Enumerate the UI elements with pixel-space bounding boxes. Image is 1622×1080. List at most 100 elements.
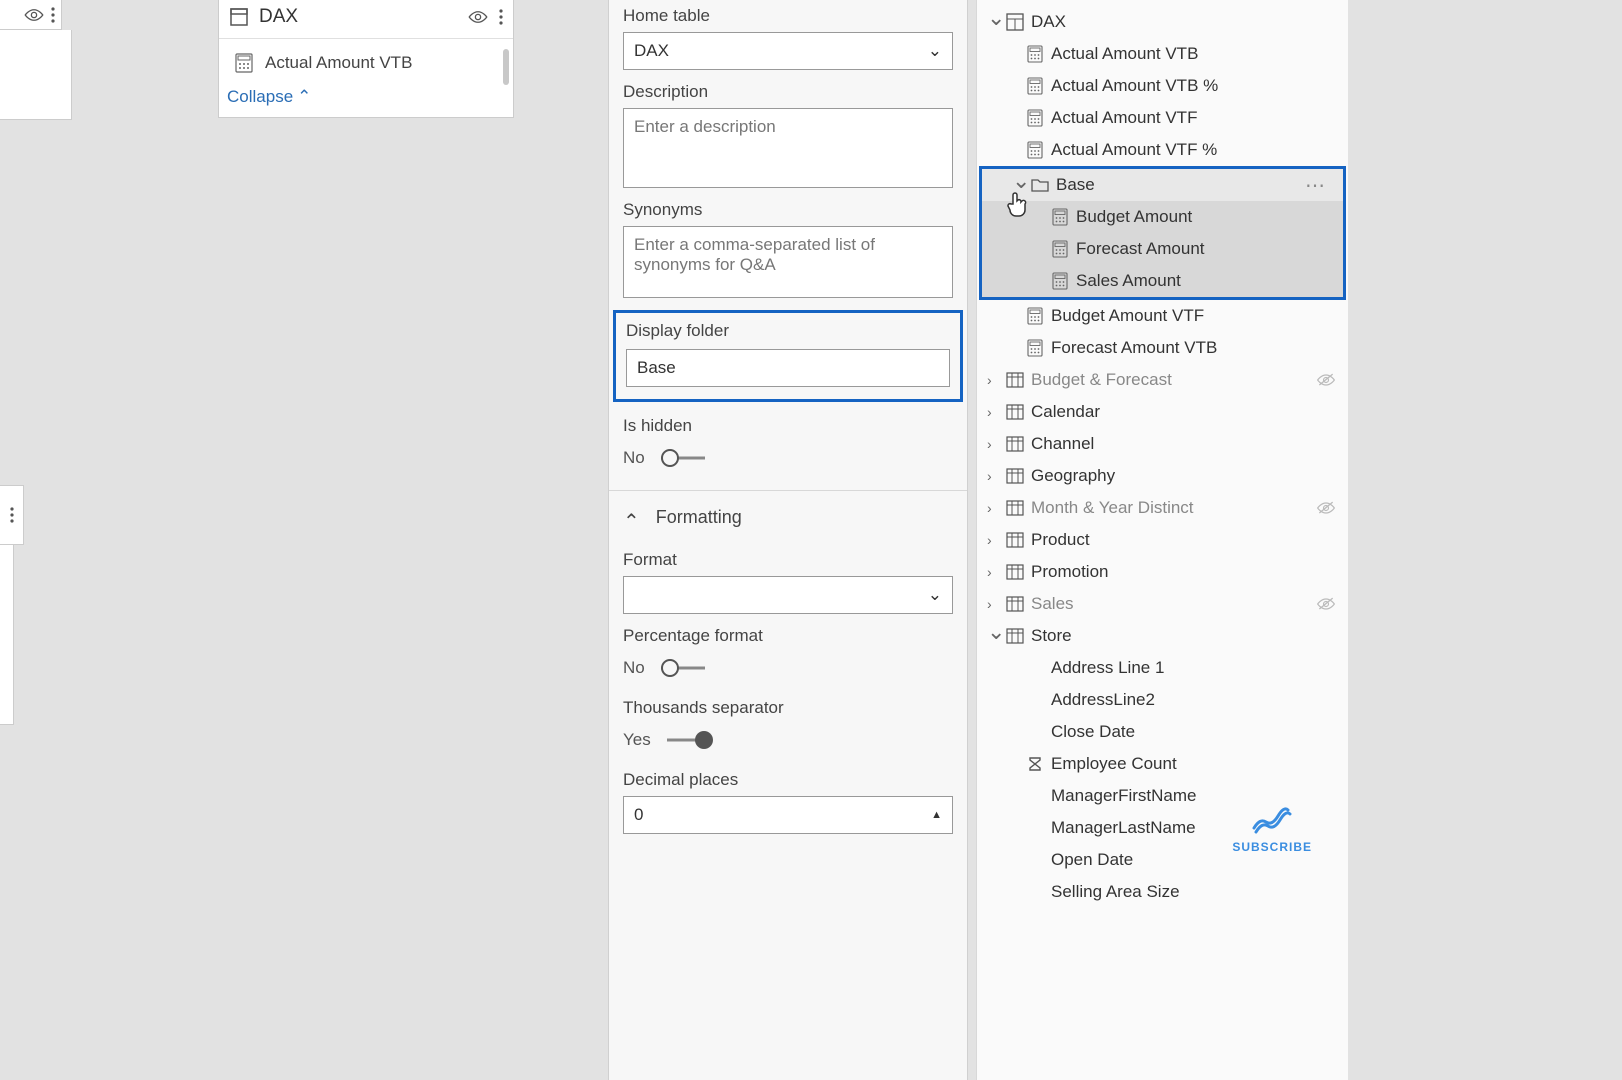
calculator-icon bbox=[1050, 208, 1070, 226]
home-table-select[interactable]: DAX ⌄ bbox=[623, 32, 953, 70]
tree-measure[interactable]: Actual Amount VTB % bbox=[977, 70, 1348, 102]
tree-measure[interactable]: Sales Amount bbox=[982, 265, 1343, 297]
more-icon[interactable] bbox=[10, 507, 14, 523]
tree-label: Base bbox=[1056, 175, 1305, 195]
calculator-icon bbox=[1025, 339, 1045, 357]
calculator-icon bbox=[1050, 272, 1070, 290]
is-hidden-label: Is hidden bbox=[623, 416, 953, 436]
chevron-down-icon: ⌄ bbox=[928, 41, 942, 61]
tree-label: Month & Year Distinct bbox=[1031, 498, 1316, 518]
calculator-icon bbox=[1025, 307, 1045, 325]
thousands-toggle[interactable] bbox=[667, 733, 713, 747]
measure-row[interactable]: Actual Amount VTB bbox=[235, 49, 497, 83]
tree-label: Close Date bbox=[1051, 722, 1338, 742]
tree-measure[interactable]: Budget Amount bbox=[982, 201, 1343, 233]
tree-column[interactable]: Employee Count bbox=[977, 748, 1348, 780]
tree-label: Promotion bbox=[1031, 562, 1338, 582]
tree-folder-base[interactable]: Base ⋯ bbox=[982, 169, 1343, 201]
tree-table-dax[interactable]: DAX bbox=[977, 6, 1348, 38]
table-icon bbox=[1005, 532, 1025, 548]
tree-label: Store bbox=[1031, 626, 1338, 646]
display-folder-label: Display folder bbox=[626, 321, 950, 341]
tree-label: Actual Amount VTB bbox=[1051, 44, 1338, 64]
decimals-value: 0 bbox=[634, 805, 643, 825]
tree-table[interactable]: ›Promotion bbox=[977, 556, 1348, 588]
eye-icon[interactable] bbox=[467, 10, 489, 24]
hidden-icon bbox=[1316, 372, 1338, 388]
chevron-right-icon: › bbox=[987, 404, 1005, 420]
decimals-label: Decimal places bbox=[623, 770, 953, 790]
tree-table[interactable]: › Product bbox=[977, 524, 1348, 556]
collapse-link[interactable]: Collapse ⌃ bbox=[219, 87, 513, 117]
chevron-up-icon: ⌃ bbox=[297, 87, 311, 107]
tree-label: Geography bbox=[1031, 466, 1338, 486]
table-icon bbox=[1005, 372, 1025, 388]
tree-label: Calendar bbox=[1031, 402, 1338, 422]
calculator-icon bbox=[1025, 109, 1045, 127]
table-icon bbox=[1005, 628, 1025, 644]
more-icon[interactable]: ⋯ bbox=[1305, 173, 1333, 198]
spinner-up-icon[interactable]: ▲ bbox=[931, 809, 942, 821]
tree-label: Product bbox=[1031, 530, 1338, 550]
tree-measure[interactable]: Forecast Amount bbox=[982, 233, 1343, 265]
tree-label: AddressLine2 bbox=[1051, 690, 1338, 710]
display-folder-input[interactable] bbox=[626, 349, 950, 387]
chevron-right-icon: › bbox=[987, 436, 1005, 452]
calculator-icon bbox=[1025, 77, 1045, 95]
format-label: Format bbox=[623, 550, 953, 570]
table-card-dax: DAX Actual Amount VTB Collapse ⌃ bbox=[218, 0, 514, 118]
tree-column[interactable]: AddressLine2 bbox=[977, 684, 1348, 716]
more-icon[interactable] bbox=[499, 9, 503, 25]
table-icon bbox=[1005, 596, 1025, 612]
tree-label: Address Line 1 bbox=[1051, 658, 1338, 678]
tree-label: Budget Amount bbox=[1076, 207, 1333, 227]
tree-table[interactable]: › Calendar bbox=[977, 396, 1348, 428]
tree-table[interactable]: › Budget & Forecast bbox=[977, 364, 1348, 396]
chevron-right-icon: › bbox=[987, 372, 1005, 388]
tree-table[interactable]: › Month & Year Distinct bbox=[977, 492, 1348, 524]
chevron-right-icon: › bbox=[987, 532, 1005, 548]
hidden-icon bbox=[1316, 596, 1338, 612]
tree-measure[interactable]: Actual Amount VTF % bbox=[977, 134, 1348, 166]
format-select[interactable]: ⌄ bbox=[623, 576, 953, 614]
chevron-right-icon: › bbox=[987, 500, 1005, 516]
chevron-right-icon: › bbox=[987, 596, 1005, 612]
more-icon[interactable] bbox=[51, 7, 55, 23]
tree-label: DAX bbox=[1031, 12, 1338, 32]
chevron-up-icon bbox=[623, 505, 640, 530]
collapse-label: Collapse bbox=[227, 87, 293, 107]
tree-label: Sales bbox=[1031, 594, 1316, 614]
tree-label: Actual Amount VTF % bbox=[1051, 140, 1338, 160]
is-hidden-toggle[interactable] bbox=[661, 451, 707, 465]
sigma-icon bbox=[1025, 756, 1045, 772]
tree-column[interactable]: Close Date bbox=[977, 716, 1348, 748]
tree-table[interactable]: ›Channel bbox=[977, 428, 1348, 460]
tree-label: Budget & Forecast bbox=[1031, 370, 1316, 390]
table-icon bbox=[1005, 468, 1025, 484]
tree-table[interactable]: › Sales bbox=[977, 588, 1348, 620]
subscribe-badge[interactable]: SUBSCRIBE bbox=[1232, 804, 1312, 854]
tree-measure[interactable]: Forecast Amount VTB bbox=[977, 332, 1348, 364]
eye-icon[interactable] bbox=[23, 8, 45, 22]
percentage-label: Percentage format bbox=[623, 626, 953, 646]
scrollbar[interactable] bbox=[503, 49, 509, 85]
tree-measure[interactable]: Actual Amount VTF bbox=[977, 102, 1348, 134]
home-table-value: DAX bbox=[634, 41, 669, 61]
cursor-icon bbox=[1005, 190, 1029, 218]
synonyms-input[interactable]: Enter a comma-separated list of synonyms… bbox=[623, 226, 953, 298]
percentage-value: No bbox=[623, 658, 645, 678]
tree-table[interactable]: ›Geography bbox=[977, 460, 1348, 492]
percentage-toggle[interactable] bbox=[661, 661, 707, 675]
tree-measure[interactable]: Budget Amount VTF bbox=[977, 300, 1348, 332]
thousands-value: Yes bbox=[623, 730, 651, 750]
table-card-title: DAX bbox=[259, 6, 467, 28]
table-icon bbox=[229, 7, 249, 27]
formatting-section-header[interactable]: Formatting bbox=[609, 491, 967, 544]
tree-measure[interactable]: Actual Amount VTB bbox=[977, 38, 1348, 70]
description-input[interactable]: Enter a description bbox=[623, 108, 953, 188]
tree-column[interactable]: Address Line 1 bbox=[977, 652, 1348, 684]
decimals-input[interactable]: 0 ▲ bbox=[623, 796, 953, 834]
tree-label: Budget Amount VTF bbox=[1051, 306, 1338, 326]
tree-table-store[interactable]: Store bbox=[977, 620, 1348, 652]
tree-column[interactable]: Selling Area Size bbox=[977, 876, 1348, 908]
